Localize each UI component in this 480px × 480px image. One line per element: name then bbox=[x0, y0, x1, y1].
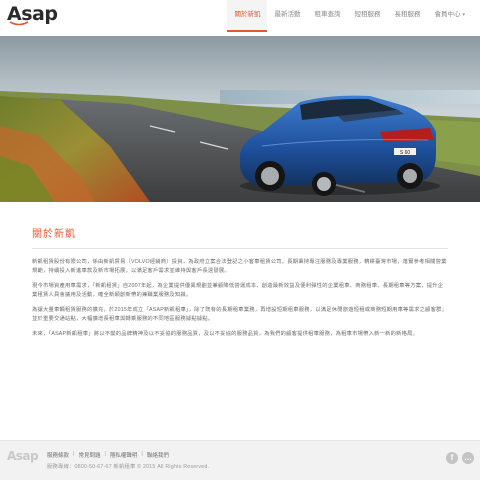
car-plate-text: S 60 bbox=[400, 150, 411, 156]
nav-item-events[interactable]: 最新活動 bbox=[267, 0, 307, 30]
logo-swoosh-icon bbox=[9, 21, 29, 26]
footer-link-faq[interactable]: 常見問題 bbox=[78, 451, 100, 459]
facebook-icon[interactable]: f bbox=[446, 452, 458, 464]
footer-separator: | bbox=[141, 451, 143, 457]
title-divider bbox=[32, 248, 448, 249]
nav-item-member-center[interactable]: 會員中心 ▾ bbox=[427, 0, 472, 30]
chevron-down-icon: ▾ bbox=[462, 12, 465, 18]
about-section: 關於新凱 新凱租賃股份有限公司，係由新凱貿易（VOLVO經銷商）投資，為政府立案… bbox=[32, 225, 448, 339]
hero-banner: S 60 bbox=[0, 36, 480, 202]
line-icon[interactable]: … bbox=[462, 452, 474, 464]
page-title: 關於新凱 bbox=[32, 229, 76, 240]
about-paragraph: 為讓大量車輛租賃服務的擴充，於2015年成立「ASAP新凱租車」，除了既有的長期… bbox=[32, 307, 448, 322]
site-footer: Asap 服務條款 | 常見問題 | 隱私權聲明 | 聯絡我們 服務專線：080… bbox=[0, 440, 480, 480]
about-paragraph: 未來，「ASAP新凱租車」將以不變的品牌精神及以不妥協的服務品質，及以不妥協的服… bbox=[32, 331, 419, 337]
footer-links: 服務條款 | 常見問題 | 隱私權聲明 | 聯絡我們 bbox=[47, 451, 169, 459]
footer-link-terms[interactable]: 服務條款 bbox=[47, 451, 69, 459]
site-header: Asap 關於新凱 最新活動 租車查詢 短租服務 長租服務 會員中心 ▾ bbox=[0, 0, 480, 34]
nav-item-long-term[interactable]: 長租服務 bbox=[387, 0, 427, 30]
footer-separator: | bbox=[73, 451, 75, 457]
footer-link-contact[interactable]: 聯絡我們 bbox=[147, 451, 169, 459]
about-paragraph: 新凱租賃股份有限公司，係由新凱貿易（VOLVO經銷商）投資，為政府立案合法登記之… bbox=[32, 259, 447, 274]
footer-link-privacy[interactable]: 隱私權聲明 bbox=[110, 451, 138, 459]
main-nav: 關於新凱 最新活動 租車查詢 短租服務 長租服務 會員中心 ▾ bbox=[227, 0, 472, 32]
about-paragraph: 現今市場資產用車需求，「新凱租賃」自2007年起，為企業提供優異規劃並兼顧降低營… bbox=[32, 283, 444, 298]
car-hero-image: S 60 bbox=[0, 36, 480, 202]
footer-separator: | bbox=[104, 451, 106, 457]
nav-item-rental-search[interactable]: 租車查詢 bbox=[307, 0, 347, 30]
nav-item-about[interactable]: 關於新凱 bbox=[227, 0, 268, 32]
footer-logo[interactable]: Asap bbox=[7, 449, 39, 463]
footer-copyright: 服務專線：0800-50-67-67 新凱租車 © 2015 All Right… bbox=[47, 464, 210, 470]
nav-item-short-term[interactable]: 短租服務 bbox=[347, 0, 387, 30]
nav-item-member-label: 會員中心 bbox=[434, 11, 461, 18]
